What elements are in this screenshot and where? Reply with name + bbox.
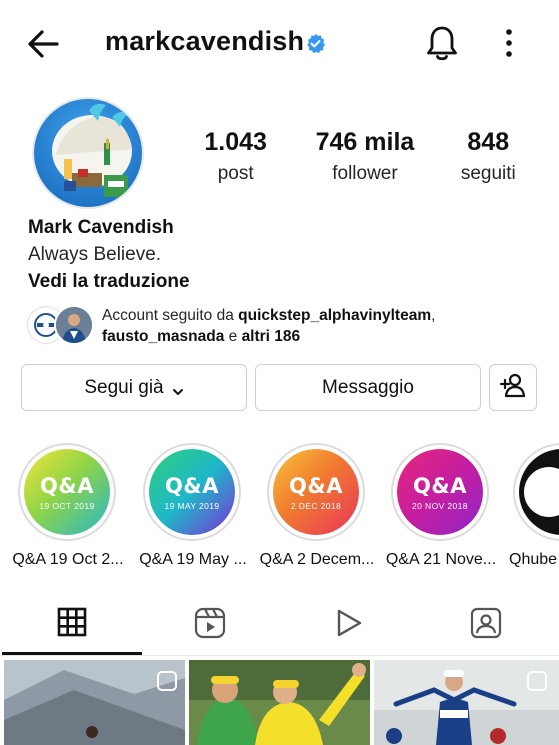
stat-posts[interactable]: 1.043 post [180, 128, 303, 188]
highlight-cover-art: Q&A 19 MAY 2019 [149, 449, 235, 535]
arrow-left-icon[interactable] [24, 26, 64, 62]
highlight-item[interactable]: Q&A 20 NOV 2018 Q&A 21 Nove... [386, 443, 496, 569]
highlight-cover: Q&A 20 NOV 2018 [391, 443, 489, 541]
highlight-cover: Q&A 19 OCT 2019 [18, 443, 116, 541]
profile-username: markcavendish [105, 26, 305, 56]
highlight-logo-shape [524, 467, 559, 517]
highlight-title: Q&A [40, 473, 94, 498]
followed-sep: , [431, 307, 436, 324]
add-person-icon [499, 372, 527, 404]
highlight-date: 2 DEC 2018 [290, 500, 342, 511]
stat-followers-label: follower [332, 163, 398, 184]
highlight-cover-art [519, 449, 559, 535]
highlight-item[interactable]: Q&A 19 MAY 2019 Q&A 19 May ... [139, 443, 247, 569]
following-button[interactable]: Segui già [21, 364, 247, 411]
followed-middle: e [224, 328, 242, 345]
more-vertical-icon[interactable] [498, 26, 520, 60]
message-button-label: Messaggio [322, 376, 414, 398]
stat-followers[interactable]: 746 mila follower [303, 128, 426, 188]
chevron-down-icon [172, 382, 184, 395]
tab-reels[interactable] [140, 603, 280, 656]
play-icon [334, 607, 364, 644]
highlight-label: Q&A 19 May ... [139, 551, 247, 568]
message-button[interactable]: Messaggio [255, 364, 481, 411]
highlight-date: 20 NOV 2018 [412, 500, 468, 511]
highlight-date: 19 MAY 2019 [164, 500, 220, 511]
stat-following-value: 848 [467, 128, 510, 156]
highlight-cover: Q&A 2 DEC 2018 [267, 443, 365, 541]
follower-avatar [54, 305, 94, 345]
highlight-cover [513, 443, 559, 541]
profile-stats: 1.043 post 746 mila follower 848 seguiti [180, 128, 550, 188]
profile-tabs [0, 603, 559, 656]
highlight-item[interactable]: Q&A 2 DEC 2018 Q&A 2 Decem... [260, 443, 374, 569]
highlight-label: Q&A 21 Nove... [385, 551, 497, 568]
followed-account-2[interactable]: fausto_masnada [102, 328, 224, 345]
tagged-icon [470, 607, 502, 644]
post-thumbnail[interactable] [4, 660, 185, 745]
highlight-cover-art: Q&A 20 NOV 2018 [397, 449, 483, 535]
stat-posts-value: 1.043 [204, 128, 267, 156]
highlight-cover-art: Q&A 19 OCT 2019 [24, 449, 110, 535]
followed-by[interactable]: Account seguito da quickstep_alphavinylt… [28, 305, 558, 350]
stat-following[interactable]: 848 seguiti [427, 128, 550, 188]
top-bar: markcavendish [0, 0, 559, 86]
stat-following-label: seguiti [460, 163, 516, 184]
followed-account-1[interactable]: quickstep_alphavinylteam [238, 307, 431, 324]
verified-badge-icon [305, 33, 326, 54]
highlight-title: Q&A [413, 473, 467, 498]
followed-by-prefix: Account seguito da [102, 307, 239, 324]
highlight-item[interactable]: Qhube [509, 443, 559, 569]
followed-by-text: Account seguito da quickstep_alphavinylt… [102, 305, 557, 347]
bell-icon[interactable] [425, 24, 459, 62]
stat-followers-value: 746 mila [315, 128, 415, 156]
highlight-title: Q&A [165, 473, 219, 498]
highlight-date: 19 OCT 2019 [39, 500, 95, 511]
stat-posts-label: post [217, 163, 254, 184]
post-thumbnail[interactable] [189, 660, 370, 745]
following-button-label: Segui già [84, 376, 164, 398]
grid-icon [57, 607, 87, 642]
highlight-item[interactable]: Q&A 19 OCT 2019 Q&A 19 Oct 2... [12, 443, 124, 569]
post-thumbnail[interactable] [374, 660, 559, 745]
highlight-title: Q&A [289, 473, 343, 498]
see-translation-link[interactable]: Vedi la traduzione [28, 271, 190, 293]
profile-avatar[interactable] [32, 97, 144, 209]
add-person-button[interactable] [489, 364, 537, 411]
highlight-label: Qhube [509, 551, 558, 568]
highlight-cover: Q&A 19 MAY 2019 [143, 443, 241, 541]
profile-bio: Always Believe. [28, 244, 162, 265]
tab-divider [0, 655, 559, 656]
followed-others[interactable]: altri 186 [242, 328, 301, 345]
highlight-label: Q&A 19 Oct 2... [12, 551, 124, 568]
highlight-cover-art: Q&A 2 DEC 2018 [273, 449, 359, 535]
tab-videos[interactable] [279, 603, 419, 656]
profile-name: Mark Cavendish [28, 217, 174, 238]
reels-icon [194, 607, 226, 644]
highlight-label: Q&A 2 Decem... [259, 551, 375, 568]
tab-tagged[interactable] [416, 603, 556, 656]
tab-posts-grid[interactable] [2, 603, 142, 656]
